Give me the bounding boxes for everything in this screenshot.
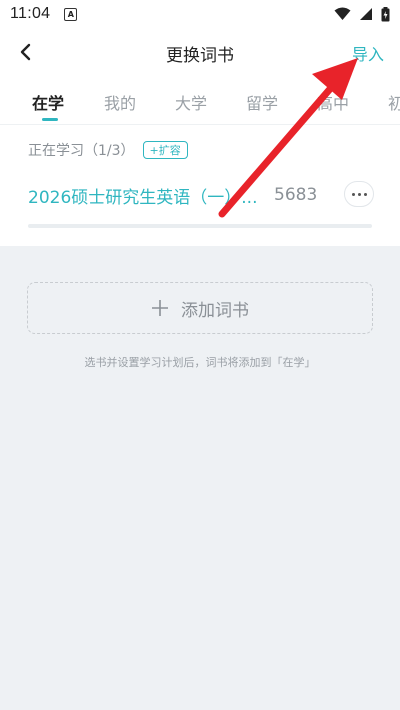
add-book-label: 添加词书 [181, 300, 249, 321]
battery-icon [381, 6, 390, 21]
header: 更换词书 导入 [0, 28, 400, 76]
status-time: 11:04 [10, 5, 51, 22]
more-options-button[interactable] [344, 181, 374, 207]
tab-study-abroad[interactable]: 留学 [246, 90, 278, 114]
status-bar: 11:04 A [0, 0, 400, 28]
tab-high-school[interactable]: 高中 [317, 90, 349, 114]
more-dots-icon [351, 192, 355, 196]
signal-icon [360, 8, 372, 20]
tab-junior[interactable]: 初 [388, 90, 400, 114]
hint-text: 选书并设置学习计划后，词书将添加到「在学」 [84, 356, 316, 369]
add-book-button[interactable]: 添加词书 [27, 282, 373, 334]
tab-studying[interactable]: 在学 [32, 90, 64, 114]
tab-university[interactable]: 大学 [175, 90, 207, 114]
section-label: 正在学习（1/3） [28, 143, 135, 159]
category-tabs: 在学 我的 大学 留学 高中 初 [0, 80, 400, 124]
more-dot [357, 192, 361, 196]
more-dot [363, 192, 367, 196]
notification-icon: A [64, 7, 78, 21]
book-title[interactable]: 2026硕士研究生英语（一）... [28, 183, 260, 208]
content-area: 添加词书 选书并设置学习计划后，词书将添加到「在学」 [0, 246, 400, 710]
plus-icon [152, 300, 168, 316]
tab-mine[interactable]: 我的 [104, 90, 136, 114]
book-item[interactable]: 2026硕士研究生英语（一）... 5683 [28, 178, 378, 212]
book-progress-bar [28, 224, 372, 228]
expand-button[interactable]: +扩容 [142, 141, 188, 159]
book-word-count: 5683 [274, 185, 318, 205]
studying-section-header: 正在学习（1/3） +扩容 [28, 140, 188, 160]
wifi-icon [334, 7, 351, 20]
import-button[interactable]: 导入 [352, 41, 384, 65]
page-title: 更换词书 [166, 46, 234, 66]
status-right [334, 6, 390, 22]
divider [0, 124, 400, 125]
tab-active-indicator [42, 118, 58, 121]
